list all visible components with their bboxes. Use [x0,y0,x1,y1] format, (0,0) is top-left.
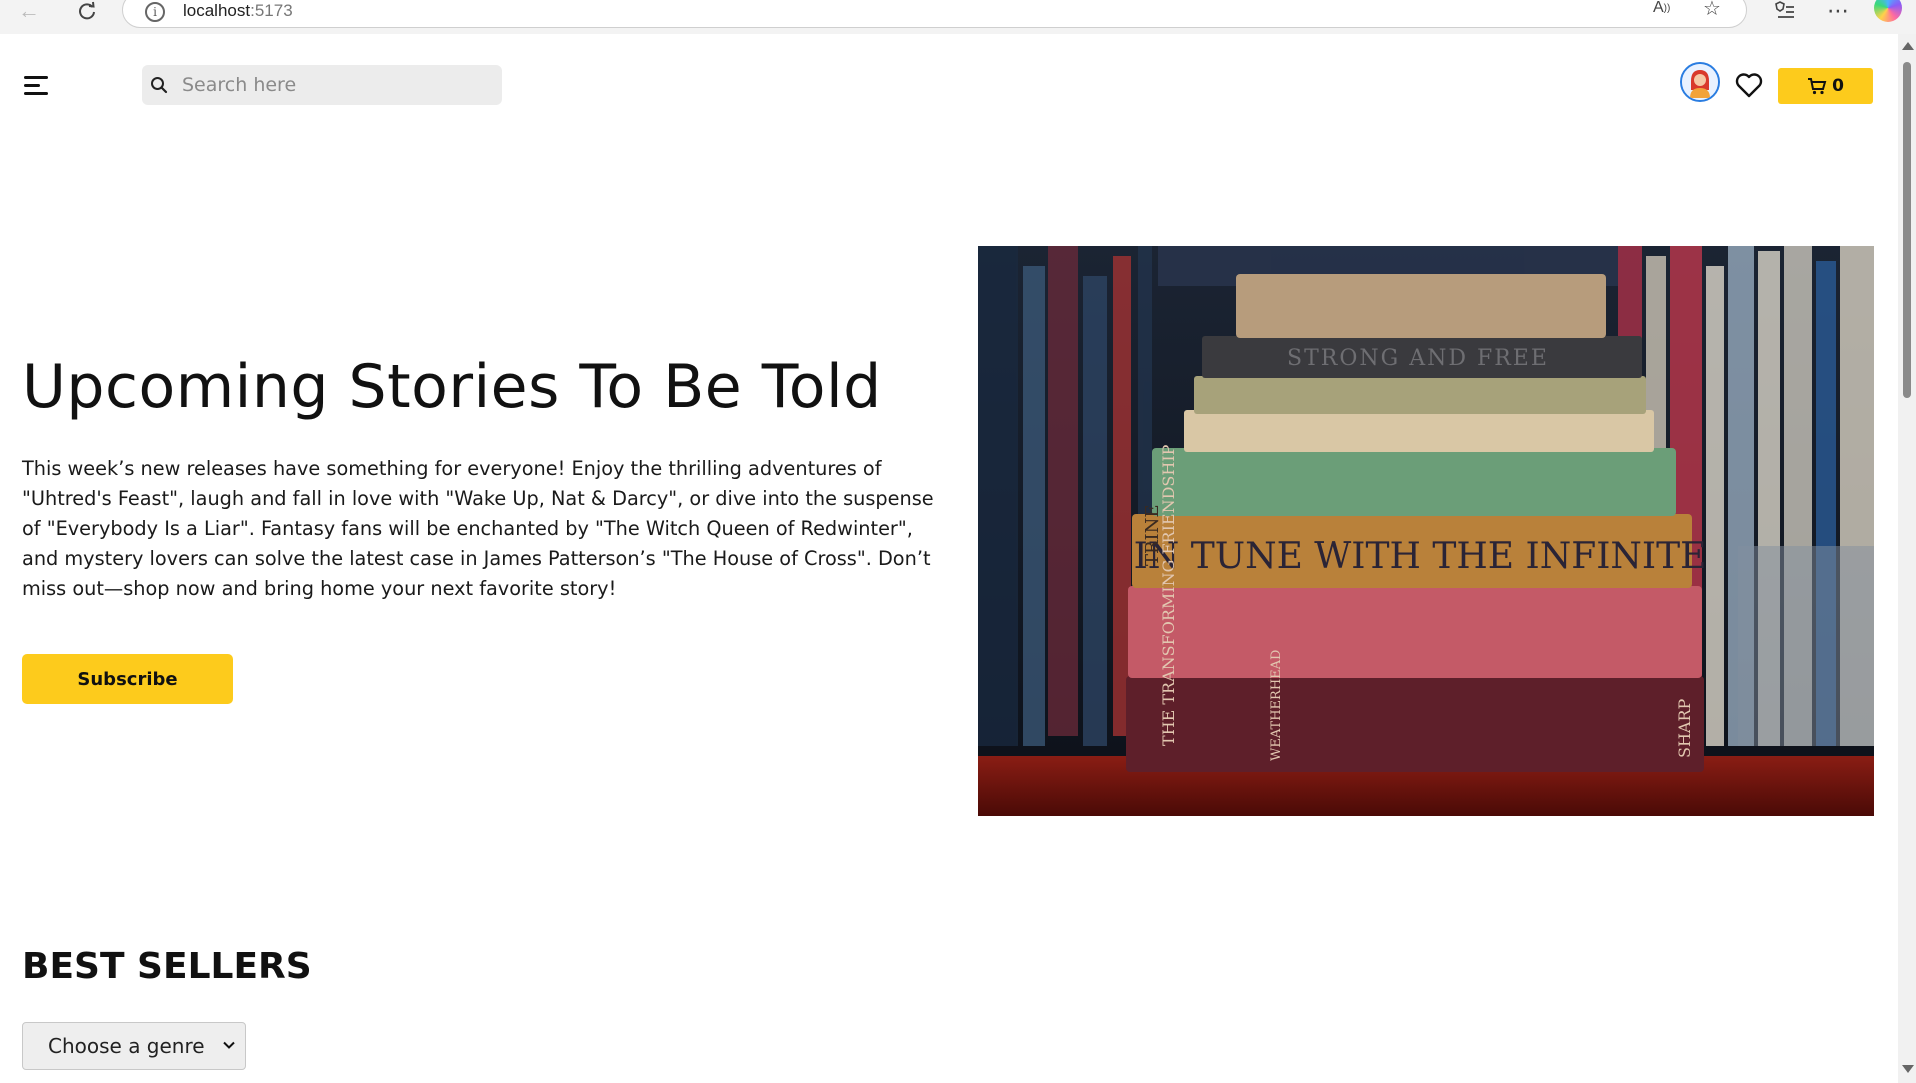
book-spine-text: STRONG AND FREE [1287,346,1549,371]
cart-button[interactable]: 0 [1778,68,1873,104]
back-arrow-icon[interactable]: ← [14,0,44,23]
more-options-icon[interactable]: ⋯ [1826,0,1850,23]
page: 0 Upcoming Stories To Be Told This week’… [0,34,1898,1083]
book-spine-text: WEATHERHEAD [1269,650,1284,761]
favorite-star-icon[interactable]: ☆ [1703,0,1721,20]
subscribe-button[interactable]: Subscribe [22,654,233,704]
hero-title: Upcoming Stories To Be Told [22,352,882,422]
page-scrollbar[interactable] [1898,34,1916,1083]
book-spine-text: TRINE [1142,504,1163,566]
hero-books-image: STRONG AND FREE IN TUNE WITH THE INFINIT… [978,246,1874,816]
reload-icon[interactable] [72,0,102,22]
user-avatar-icon[interactable] [1680,62,1720,102]
copilot-icon[interactable] [1874,0,1902,22]
heart-icon[interactable] [1735,72,1763,98]
scrollbar-thumb[interactable] [1903,62,1911,398]
read-aloud-icon[interactable]: A)) [1653,0,1670,19]
search-input[interactable] [182,65,492,105]
hero-description: This week’s new releases have something … [22,457,934,600]
scroll-down-arrow-icon[interactable] [1902,1065,1914,1073]
book-spine-text: IN TUNE WITH THE INFINITE [1134,536,1707,577]
hamburger-menu-icon[interactable] [24,76,50,96]
cart-count: 0 [1832,76,1844,96]
book-spine-text: THE TRANSFORMING FRIENDSHIP [1159,444,1178,746]
cart-icon [1808,78,1827,95]
site-header: 0 [0,34,1898,134]
best-sellers-title: BEST SELLERS [22,946,312,987]
browser-chrome: ← i localhost:5173 A)) ☆ ⋯ [0,0,1916,34]
url-text: localhost:5173 [183,1,293,21]
url-port: :5173 [250,1,293,20]
book-spine-text: SHARP [1675,698,1694,758]
search-bar[interactable] [142,65,502,105]
genre-select[interactable]: Choose a genre [22,1022,246,1070]
favorites-list-icon[interactable] [1772,0,1796,22]
url-host: localhost [183,1,251,20]
genre-select-value: Choose a genre [48,1034,205,1058]
site-info-icon[interactable]: i [145,2,165,22]
search-icon [151,77,168,94]
address-bar[interactable]: i localhost:5173 A)) ☆ [122,0,1747,28]
scroll-up-arrow-icon[interactable] [1902,42,1914,50]
chevron-down-icon [223,1041,235,1049]
